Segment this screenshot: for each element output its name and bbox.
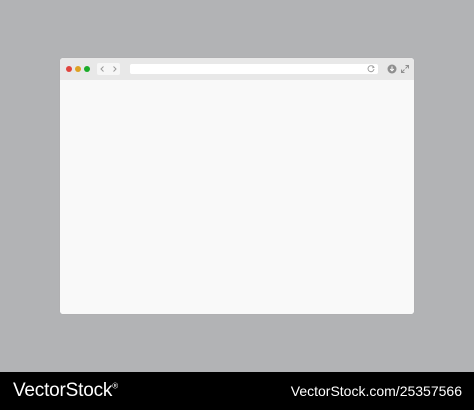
browser-window	[60, 58, 414, 314]
forward-button[interactable]	[109, 63, 120, 75]
expand-button[interactable]	[400, 64, 410, 74]
download-icon	[387, 64, 397, 74]
reload-button[interactable]	[366, 64, 376, 74]
download-button[interactable]	[387, 64, 397, 74]
minimize-window-button[interactable]	[75, 66, 81, 72]
back-button[interactable]	[97, 63, 108, 75]
chevron-left-icon	[100, 66, 104, 72]
navigation-buttons	[97, 63, 120, 75]
page-content-area[interactable]	[60, 80, 414, 314]
address-bar	[130, 64, 378, 74]
registered-mark: ®	[112, 381, 118, 391]
vectorstock-logo: VectorStock®	[13, 380, 118, 402]
close-window-button[interactable]	[66, 66, 72, 72]
url-input[interactable]	[134, 64, 359, 74]
watermark-footer: VectorStock® VectorStock.com/25357566	[0, 372, 474, 410]
footer-brand-right: VectorStock.com/25357566	[290, 383, 462, 399]
maximize-window-button[interactable]	[84, 66, 90, 72]
footer-brand-left: VectorStock	[13, 380, 113, 401]
browser-toolbar	[60, 58, 414, 80]
expand-icon	[401, 65, 409, 73]
reload-icon	[367, 65, 375, 73]
chevron-right-icon	[113, 66, 117, 72]
